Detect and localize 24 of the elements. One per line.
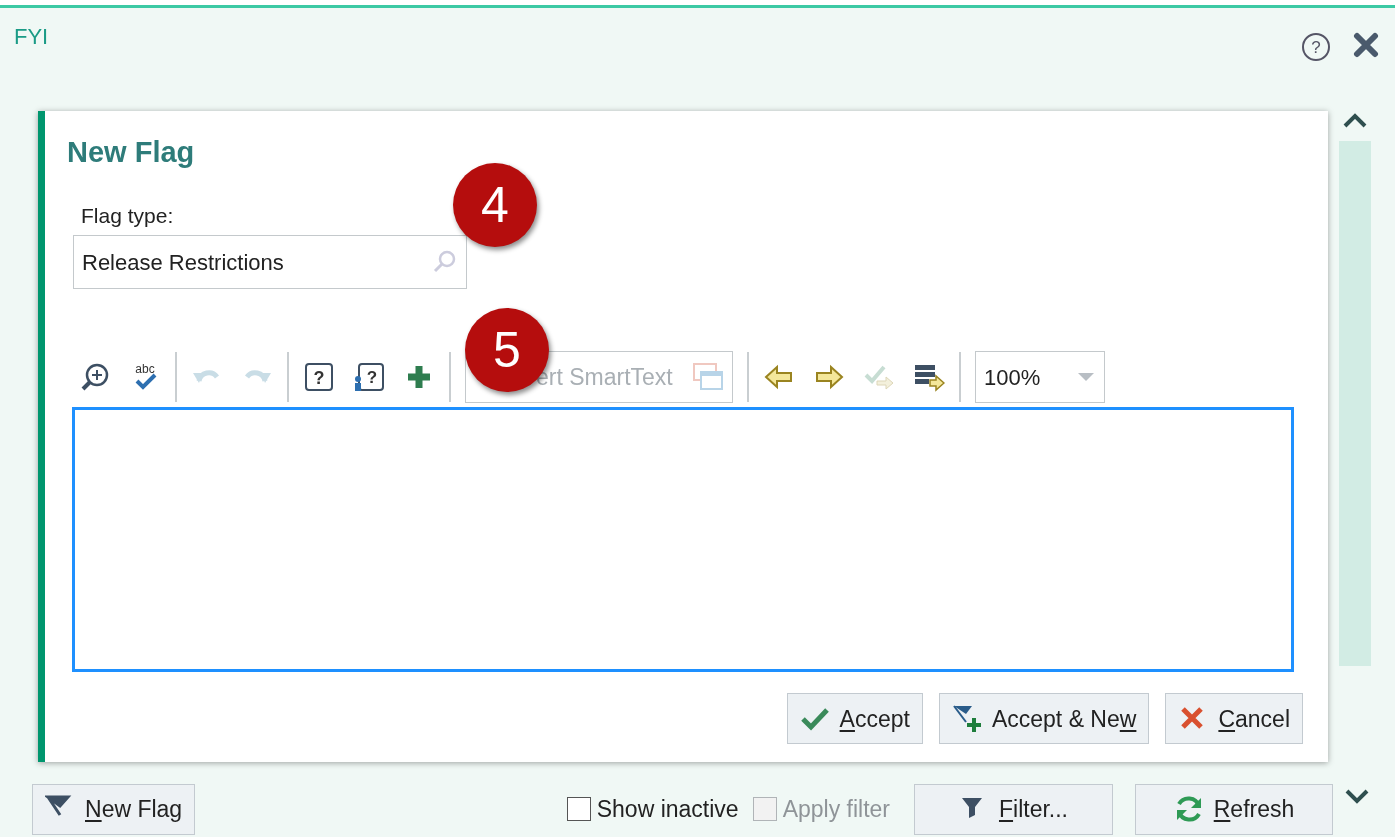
scroll-up-icon[interactable] [1342, 111, 1368, 129]
help-icon[interactable]: ? [1301, 32, 1331, 62]
close-icon[interactable] [1353, 32, 1379, 58]
text-area[interactable] [72, 407, 1294, 673]
help-box-icon[interactable]: ? [303, 361, 335, 394]
scrollbar-track[interactable] [1339, 141, 1371, 666]
checkbox[interactable] [566, 797, 591, 821]
accept-new-button[interactable]: Accept & New [938, 693, 1150, 745]
new-flag-button[interactable]: New Flag [32, 783, 196, 835]
refresh-button[interactable]: Refresh [1135, 783, 1333, 835]
checkbox-label: Show inactive [596, 794, 739, 824]
scroll-down-icon[interactable] [1344, 787, 1370, 806]
card-title: New Flag [67, 135, 195, 170]
panel-title: FYI [14, 23, 49, 51]
step-callout-tooltip: 4 [453, 163, 537, 247]
checkbox-label: Apply filter [782, 794, 890, 824]
accept-button[interactable]: Accept [786, 693, 923, 745]
zoom-dropdown[interactable]: 100% [975, 351, 1105, 404]
filter-plus-icon [951, 703, 982, 734]
cancel-button[interactable]: Cancel [1165, 693, 1303, 745]
field-label: Flag type: [81, 202, 174, 229]
flag-type-field[interactable]: Release Restrictions [73, 235, 467, 290]
caret-icon [1076, 371, 1096, 384]
filter-button[interactable]: Filter... [914, 783, 1113, 835]
